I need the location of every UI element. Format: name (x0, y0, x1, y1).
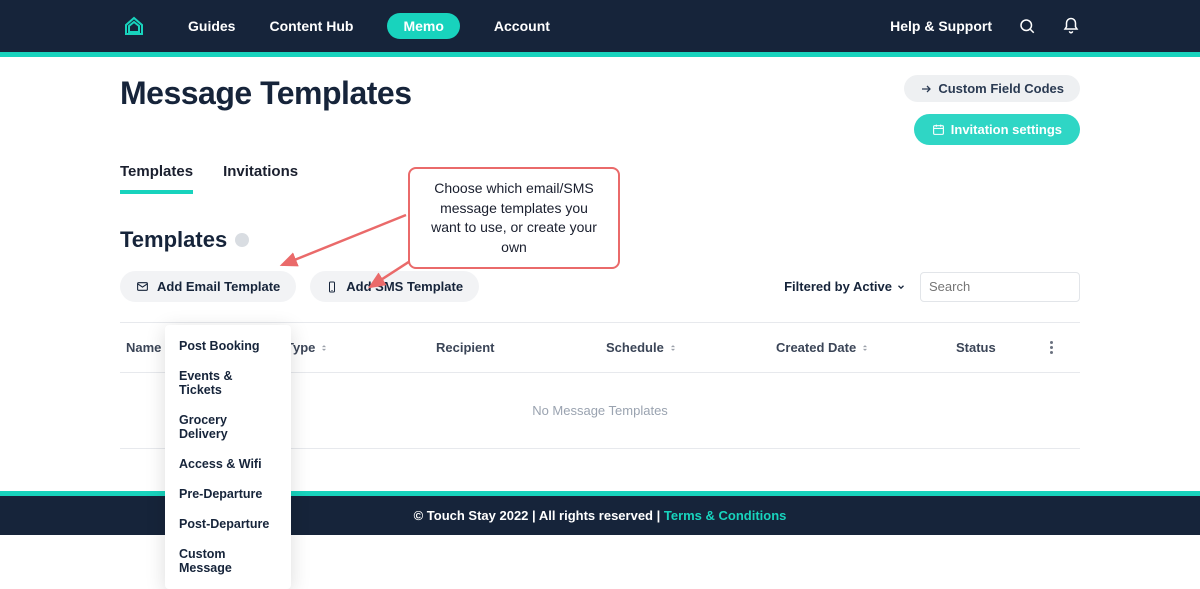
invitation-settings-label: Invitation settings (951, 122, 1062, 137)
arrow-right-icon (920, 83, 932, 95)
search-box[interactable] (920, 272, 1080, 302)
footer-rights: All rights reserved (539, 508, 653, 523)
dropdown-item-grocery-delivery[interactable]: Grocery Delivery (165, 405, 291, 449)
add-email-template-button[interactable]: Add Email Template (120, 271, 296, 302)
column-type[interactable]: Type (286, 337, 436, 358)
chevron-down-icon (896, 282, 906, 292)
dropdown-item-access-wifi[interactable]: Access & Wifi (165, 449, 291, 479)
nav-memo[interactable]: Memo (387, 13, 459, 39)
custom-field-codes-button[interactable]: Custom Field Codes (904, 75, 1080, 102)
dropdown-item-post-booking[interactable]: Post Booking (165, 331, 291, 361)
filter-label: Filtered by Active (784, 279, 892, 294)
help-circle-icon[interactable] (235, 233, 249, 247)
tab-invitations[interactable]: Invitations (223, 163, 298, 194)
tab-templates[interactable]: Templates (120, 163, 193, 194)
add-email-template-label: Add Email Template (157, 279, 280, 294)
footer-copyright: © Touch Stay 2022 (414, 508, 529, 523)
filter-by-active[interactable]: Filtered by Active (784, 279, 906, 294)
top-nav: Guides Content Hub Memo Account Help & S… (0, 0, 1200, 52)
nav-content-hub[interactable]: Content Hub (269, 18, 353, 34)
table-menu-button[interactable] (1046, 337, 1057, 358)
column-recipient[interactable]: Recipient (436, 337, 606, 358)
mail-icon (136, 280, 149, 293)
calendar-icon (932, 123, 945, 136)
nav-guides[interactable]: Guides (188, 18, 235, 34)
column-created-date[interactable]: Created Date (776, 337, 956, 358)
dropdown-item-post-departure[interactable]: Post-Departure (165, 509, 291, 539)
annotation-callout: Choose which email/SMS message templates… (408, 167, 620, 269)
custom-field-codes-label: Custom Field Codes (938, 81, 1064, 96)
search-icon[interactable] (1018, 17, 1036, 35)
section-title: Templates (120, 227, 227, 253)
sort-icon (319, 343, 329, 353)
logo-icon[interactable] (120, 12, 148, 40)
dropdown-item-custom-message[interactable]: Custom Message (165, 539, 291, 583)
nav-account[interactable]: Account (494, 18, 550, 34)
bell-icon[interactable] (1062, 17, 1080, 35)
search-input[interactable] (929, 279, 1105, 294)
column-status[interactable]: Status (956, 337, 1046, 358)
dropdown-item-pre-departure[interactable]: Pre-Departure (165, 479, 291, 509)
sort-icon (668, 343, 678, 353)
column-schedule[interactable]: Schedule (606, 337, 776, 358)
sort-icon (860, 343, 870, 353)
email-template-type-menu: Post Booking Events & Tickets Grocery De… (165, 325, 291, 589)
help-support-link[interactable]: Help & Support (890, 18, 992, 34)
invitation-settings-button[interactable]: Invitation settings (914, 114, 1080, 145)
page-title: Message Templates (120, 75, 411, 112)
footer-terms-link[interactable]: Terms & Conditions (664, 508, 787, 523)
dropdown-item-events-tickets[interactable]: Events & Tickets (165, 361, 291, 405)
